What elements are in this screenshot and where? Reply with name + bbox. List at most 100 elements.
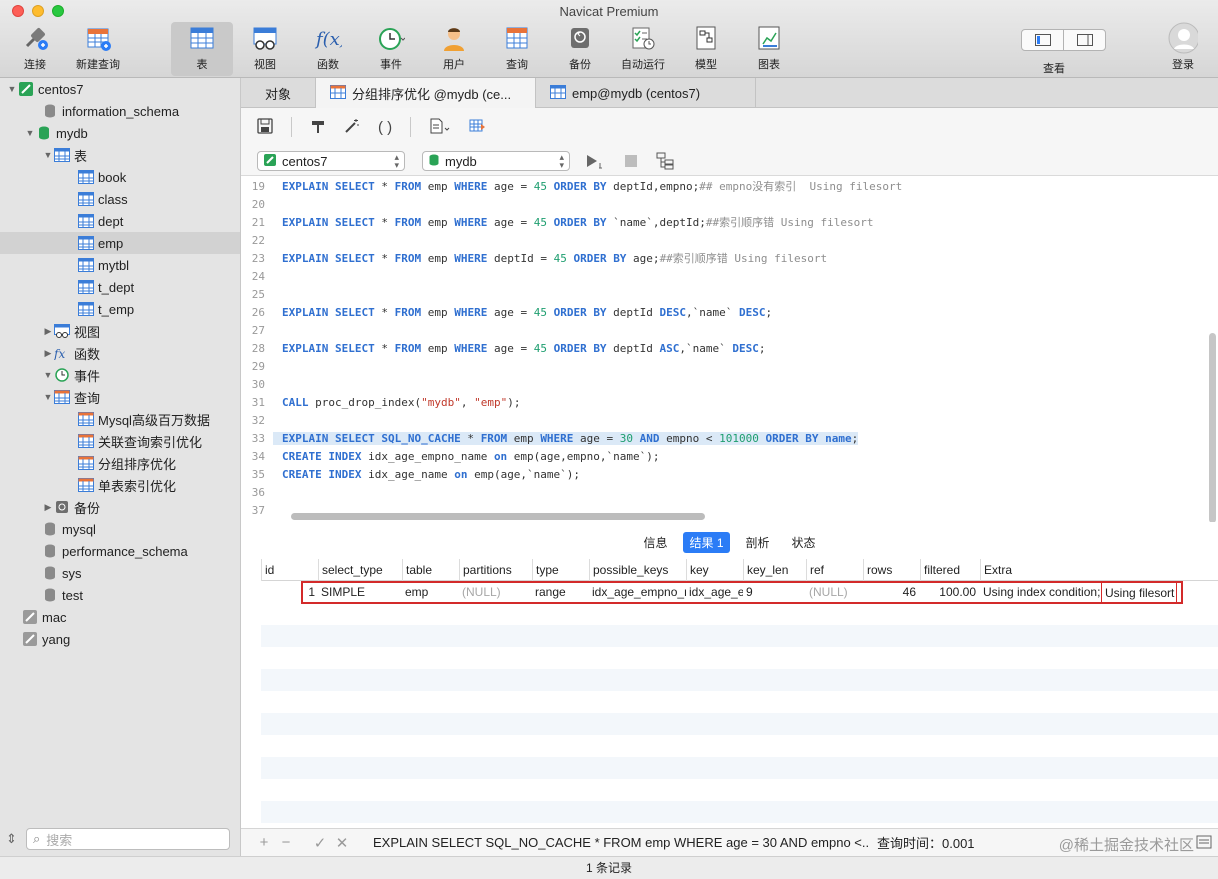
sidebar-toggle-icon[interactable] — [1022, 30, 1064, 50]
column-header[interactable]: table — [402, 559, 459, 581]
expand-arrow-icon[interactable]: ▼ — [42, 392, 54, 402]
code-line[interactable]: 30 — [241, 375, 1211, 393]
column-header[interactable]: type — [532, 559, 589, 581]
tree-table-t-dept[interactable]: t_dept — [0, 276, 240, 298]
column-header[interactable]: rows — [863, 559, 920, 581]
tree-query-item[interactable]: 单表索引优化 — [0, 474, 240, 496]
code-line[interactable]: 31 CALL proc_drop_index("mydb", "emp"); — [241, 393, 1211, 411]
tree-db-mysql[interactable]: mysql — [0, 518, 240, 540]
save-icon[interactable] — [257, 117, 273, 137]
code-line[interactable]: 28 EXPLAIN SELECT * FROM emp WHERE age = … — [241, 339, 1211, 357]
expand-arrow-icon[interactable]: ▼ — [24, 128, 36, 138]
sql-editor[interactable]: 37 36 35 CREATE INDEX idx_age_name on emp(a… — [241, 177, 1218, 522]
toolbar-model-button[interactable]: 模型 — [675, 22, 737, 76]
collapse-arrow-icon[interactable]: ▶ — [42, 326, 54, 337]
code-line[interactable]: 34 CREATE INDEX idx_age_empno_name on emp… — [241, 447, 1211, 465]
tree-db-test[interactable]: test — [0, 584, 240, 606]
tree-table-t-emp[interactable]: t_emp — [0, 298, 240, 320]
tree-connection-mac[interactable]: mac — [0, 606, 240, 628]
apply-check-icon[interactable]: ✓ — [309, 834, 331, 852]
add-row-icon[interactable]: + — [253, 834, 275, 851]
snippet-icon[interactable] — [429, 118, 451, 137]
collapse-arrow-icon[interactable]: ▶ — [42, 348, 54, 359]
toolbar-automation-button[interactable]: 自动运行 — [612, 22, 674, 76]
form-view-icon[interactable] — [1196, 834, 1212, 853]
result-tab-profile[interactable]: 剖析 — [740, 532, 776, 553]
code-line[interactable]: 24 — [241, 267, 1211, 285]
tree-db-sys[interactable]: sys — [0, 562, 240, 584]
column-header[interactable]: partitions — [459, 559, 532, 581]
toolbar-user-button[interactable]: 用户 — [423, 22, 485, 76]
expand-arrow-icon[interactable]: ▼ — [6, 84, 18, 94]
toolbar-event-button[interactable]: 事件 — [360, 22, 422, 76]
code-line[interactable]: 26 EXPLAIN SELECT * FROM emp WHERE age = … — [241, 303, 1211, 321]
parentheses-icon[interactable]: ( ) — [378, 119, 392, 136]
code-line[interactable]: 25 — [241, 285, 1211, 303]
database-select[interactable]: mydb ▴ ▾ — [422, 151, 570, 171]
tree-folder-queries[interactable]: ▼ 查询 — [0, 386, 240, 408]
toolbar-connect-button[interactable]: 连接 — [4, 22, 66, 76]
column-header[interactable]: Extra — [980, 559, 1218, 581]
discard-x-icon[interactable]: ✕ — [331, 834, 353, 852]
code-line[interactable]: 19 EXPLAIN SELECT * FROM emp WHERE age = … — [241, 177, 1211, 195]
tree-table-book[interactable]: book — [0, 166, 240, 188]
column-header[interactable]: key — [686, 559, 743, 581]
code-line[interactable]: 35 CREATE INDEX idx_age_name on emp(age,`… — [241, 465, 1211, 483]
column-header[interactable]: select_type — [318, 559, 402, 581]
code-line[interactable]: 29 — [241, 357, 1211, 375]
code-line[interactable]: 23 EXPLAIN SELECT * FROM emp WHERE deptId… — [241, 249, 1211, 267]
code-line[interactable]: 20 — [241, 195, 1211, 213]
column-header[interactable]: id — [261, 559, 318, 581]
tree-folder-functions[interactable]: ▶ fx 函数 — [0, 342, 240, 364]
tree-folder-backups[interactable]: ▶ 备份 — [0, 496, 240, 518]
tree-table-dept[interactable]: dept — [0, 210, 240, 232]
column-header[interactable]: key_len — [743, 559, 806, 581]
panel-toggle-icon[interactable] — [1064, 30, 1105, 50]
column-header[interactable]: filtered — [920, 559, 980, 581]
sidebar-search-input[interactable]: ⌕ 搜索 — [26, 828, 230, 850]
tab-query-editor[interactable]: 分组排序优化 @mydb (ce... — [316, 78, 536, 108]
tree-db-mydb[interactable]: ▼ mydb — [0, 122, 240, 144]
stop-icon[interactable] — [624, 154, 638, 171]
tree-query-item[interactable]: 关联查询索引优化 — [0, 430, 240, 452]
code-line[interactable]: 22 — [241, 231, 1211, 249]
tree-db-performance-schema[interactable]: performance_schema — [0, 540, 240, 562]
tree-folder-tables[interactable]: ▼ 表 — [0, 144, 240, 166]
filter-sort-icon[interactable]: ⇕ — [6, 831, 17, 847]
code-line[interactable]: 21 EXPLAIN SELECT * FROM emp WHERE age = … — [241, 213, 1211, 231]
result-tab-status[interactable]: 状态 — [786, 532, 822, 553]
vertical-scrollbar[interactable] — [1209, 333, 1216, 522]
code-line[interactable]: 27 — [241, 321, 1211, 339]
toolbar-view-button[interactable]: 视图 — [234, 22, 296, 76]
tree-connection-centos7[interactable]: ▼ centos7 — [0, 78, 240, 100]
tree-folder-views[interactable]: ▶ 视图 — [0, 320, 240, 342]
tree-table-emp[interactable]: emp — [0, 232, 240, 254]
tree-folder-events[interactable]: ▼ 事件 — [0, 364, 240, 386]
expand-arrow-icon[interactable]: ▼ — [42, 370, 54, 380]
collapse-arrow-icon[interactable]: ▶ — [42, 502, 54, 513]
connection-select[interactable]: centos7 ▴ ▾ — [257, 151, 405, 171]
tree-table-mytbl[interactable]: mytbl — [0, 254, 240, 276]
delete-row-icon[interactable]: − — [275, 834, 297, 851]
code-line[interactable]: 32 — [241, 411, 1211, 429]
login-button[interactable]: 登录 — [1152, 22, 1214, 76]
tree-query-item[interactable]: 分组排序优化 — [0, 452, 240, 474]
toolbar-chart-button[interactable]: 图表 — [738, 22, 800, 76]
toolbar-new-query-button[interactable]: 新建查询 — [67, 22, 129, 76]
hammer-icon[interactable] — [310, 118, 326, 137]
toolbar-backup-button[interactable]: 备份 — [549, 22, 611, 76]
explain-icon[interactable] — [656, 152, 676, 173]
tree-table-class[interactable]: class — [0, 188, 240, 210]
tree-query-item[interactable]: Mysql高级百万数据 — [0, 408, 240, 430]
horizontal-scrollbar[interactable] — [291, 513, 705, 520]
result-tab-result-1[interactable]: 结果 1 — [683, 531, 730, 553]
tab-table-emp[interactable]: emp@mydb (centos7) — [536, 78, 756, 108]
code-line[interactable]: 36 — [241, 483, 1211, 501]
result-tab-info[interactable]: 信息 — [637, 532, 673, 553]
expand-arrow-icon[interactable]: ▼ — [42, 150, 54, 160]
tree-connection-yang[interactable]: yang — [0, 628, 240, 650]
result-grid[interactable]: id select_type table partitions type pos… — [261, 559, 1218, 824]
tree-db-information-schema[interactable]: information_schema — [0, 100, 240, 122]
export-icon[interactable] — [469, 118, 487, 137]
toolbar-query-button[interactable]: 查询 — [486, 22, 548, 76]
